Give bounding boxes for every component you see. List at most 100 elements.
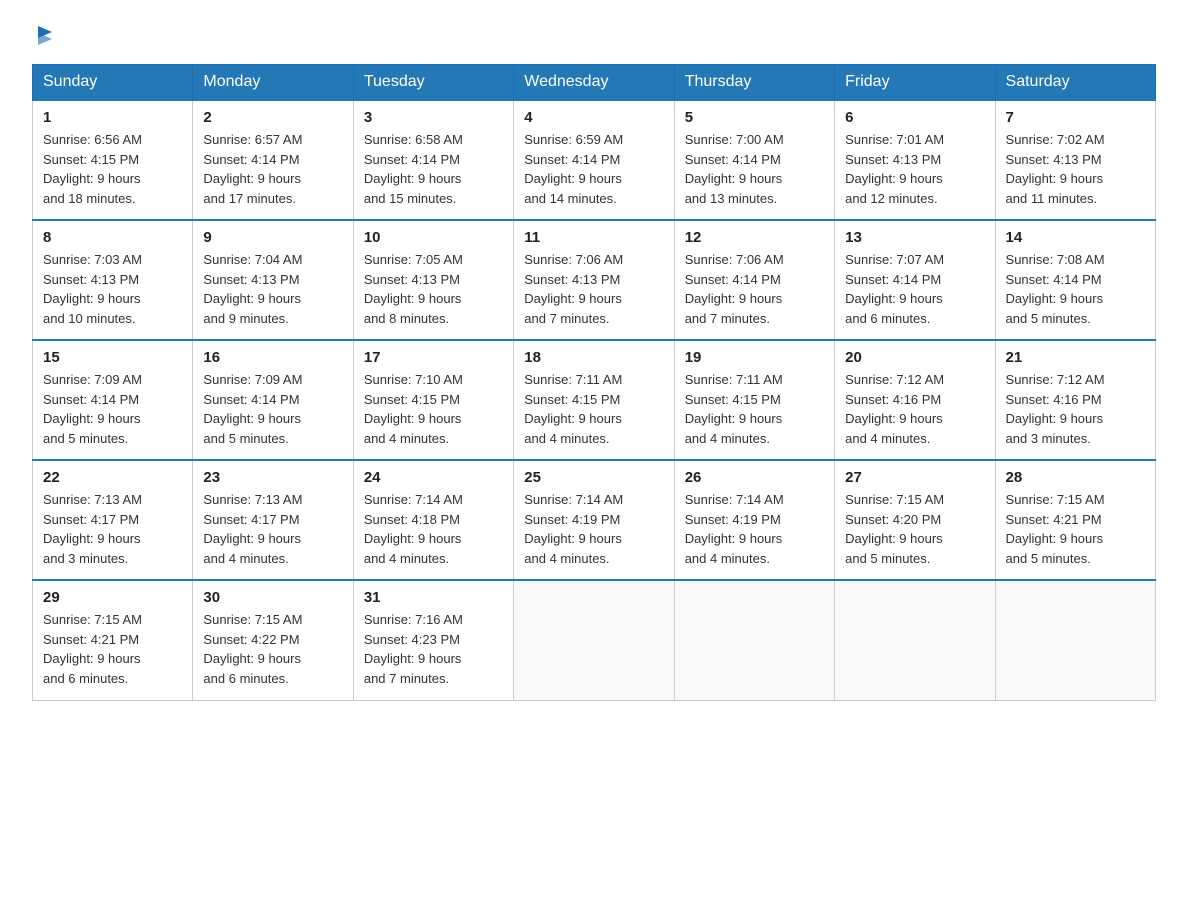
- day-number: 15: [43, 349, 182, 366]
- day-info: Sunrise: 7:15 AMSunset: 4:21 PMDaylight:…: [43, 610, 182, 688]
- calendar-cell: 6 Sunrise: 7:01 AMSunset: 4:13 PMDaylight…: [835, 100, 995, 220]
- day-info: Sunrise: 7:16 AMSunset: 4:23 PMDaylight:…: [364, 610, 503, 688]
- day-number: 27: [845, 469, 984, 486]
- day-info: Sunrise: 7:06 AMSunset: 4:13 PMDaylight:…: [524, 250, 663, 328]
- calendar-cell: 3 Sunrise: 6:58 AMSunset: 4:14 PMDaylight…: [353, 100, 513, 220]
- weekday-header-friday: Friday: [835, 65, 995, 101]
- calendar-cell: 28 Sunrise: 7:15 AMSunset: 4:21 PMDayligh…: [995, 460, 1155, 580]
- day-info: Sunrise: 6:59 AMSunset: 4:14 PMDaylight:…: [524, 130, 663, 208]
- day-info: Sunrise: 7:04 AMSunset: 4:13 PMDaylight:…: [203, 250, 342, 328]
- day-number: 13: [845, 229, 984, 246]
- day-info: Sunrise: 6:58 AMSunset: 4:14 PMDaylight:…: [364, 130, 503, 208]
- calendar-cell: 11 Sunrise: 7:06 AMSunset: 4:13 PMDayligh…: [514, 220, 674, 340]
- day-info: Sunrise: 7:15 AMSunset: 4:22 PMDaylight:…: [203, 610, 342, 688]
- day-number: 1: [43, 109, 182, 126]
- day-number: 24: [364, 469, 503, 486]
- day-info: Sunrise: 7:10 AMSunset: 4:15 PMDaylight:…: [364, 370, 503, 448]
- calendar-cell: [835, 580, 995, 700]
- calendar-cell: 27 Sunrise: 7:15 AMSunset: 4:20 PMDayligh…: [835, 460, 995, 580]
- day-number: 18: [524, 349, 663, 366]
- weekday-header-sunday: Sunday: [33, 65, 193, 101]
- calendar-cell: 21 Sunrise: 7:12 AMSunset: 4:16 PMDayligh…: [995, 340, 1155, 460]
- calendar-cell: 2Sunrise: 6:57 AMSunset: 4:14 PMDaylight…: [193, 100, 353, 220]
- calendar-cell: 23 Sunrise: 7:13 AMSunset: 4:17 PMDayligh…: [193, 460, 353, 580]
- day-info: Sunrise: 7:00 AMSunset: 4:14 PMDaylight:…: [685, 130, 824, 208]
- calendar-cell: 16Sunrise: 7:09 AMSunset: 4:14 PMDayligh…: [193, 340, 353, 460]
- day-number: 28: [1006, 469, 1145, 486]
- calendar-cell: 19Sunrise: 7:11 AMSunset: 4:15 PMDayligh…: [674, 340, 834, 460]
- day-number: 11: [524, 229, 663, 246]
- calendar-cell: 1 Sunrise: 6:56 AMSunset: 4:15 PMDaylight…: [33, 100, 193, 220]
- day-info: Sunrise: 7:05 AMSunset: 4:13 PMDaylight:…: [364, 250, 503, 328]
- calendar-cell: 7 Sunrise: 7:02 AMSunset: 4:13 PMDaylight…: [995, 100, 1155, 220]
- day-number: 21: [1006, 349, 1145, 366]
- calendar-cell: [995, 580, 1155, 700]
- day-number: 22: [43, 469, 182, 486]
- day-info: Sunrise: 7:13 AMSunset: 4:17 PMDaylight:…: [203, 490, 342, 568]
- day-info: Sunrise: 7:14 AMSunset: 4:19 PMDaylight:…: [685, 490, 824, 568]
- calendar-cell: 18 Sunrise: 7:11 AMSunset: 4:15 PMDayligh…: [514, 340, 674, 460]
- calendar-cell: 8 Sunrise: 7:03 AMSunset: 4:13 PMDaylight…: [33, 220, 193, 340]
- calendar-cell: 25 Sunrise: 7:14 AMSunset: 4:19 PMDayligh…: [514, 460, 674, 580]
- day-number: 6: [845, 109, 984, 126]
- calendar-cell: 5Sunrise: 7:00 AMSunset: 4:14 PMDaylight…: [674, 100, 834, 220]
- calendar-cell: 10 Sunrise: 7:05 AMSunset: 4:13 PMDayligh…: [353, 220, 513, 340]
- day-info: Sunrise: 7:01 AMSunset: 4:13 PMDaylight:…: [845, 130, 984, 208]
- calendar-cell: 29 Sunrise: 7:15 AMSunset: 4:21 PMDayligh…: [33, 580, 193, 700]
- calendar-cell: 31Sunrise: 7:16 AMSunset: 4:23 PMDayligh…: [353, 580, 513, 700]
- calendar-cell: 9 Sunrise: 7:04 AMSunset: 4:13 PMDaylight…: [193, 220, 353, 340]
- day-number: 12: [685, 229, 824, 246]
- weekday-header-saturday: Saturday: [995, 65, 1155, 101]
- calendar-cell: 15 Sunrise: 7:09 AMSunset: 4:14 PMDayligh…: [33, 340, 193, 460]
- calendar-week-1: 1 Sunrise: 6:56 AMSunset: 4:15 PMDaylight…: [33, 100, 1156, 220]
- calendar-week-2: 8 Sunrise: 7:03 AMSunset: 4:13 PMDaylight…: [33, 220, 1156, 340]
- day-number: 9: [203, 229, 342, 246]
- calendar-cell: 26 Sunrise: 7:14 AMSunset: 4:19 PMDayligh…: [674, 460, 834, 580]
- calendar-cell: 4 Sunrise: 6:59 AMSunset: 4:14 PMDaylight…: [514, 100, 674, 220]
- day-info: Sunrise: 6:56 AMSunset: 4:15 PMDaylight:…: [43, 130, 182, 208]
- day-info: Sunrise: 7:11 AMSunset: 4:15 PMDaylight:…: [685, 370, 824, 448]
- calendar-week-4: 22 Sunrise: 7:13 AMSunset: 4:17 PMDayligh…: [33, 460, 1156, 580]
- day-number: 7: [1006, 109, 1145, 126]
- day-info: Sunrise: 7:07 AMSunset: 4:14 PMDaylight:…: [845, 250, 984, 328]
- day-info: Sunrise: 7:12 AMSunset: 4:16 PMDaylight:…: [1006, 370, 1145, 448]
- weekday-header-wednesday: Wednesday: [514, 65, 674, 101]
- calendar-cell: 17Sunrise: 7:10 AMSunset: 4:15 PMDayligh…: [353, 340, 513, 460]
- day-info: Sunrise: 7:11 AMSunset: 4:15 PMDaylight:…: [524, 370, 663, 448]
- calendar-cell: [674, 580, 834, 700]
- day-info: Sunrise: 7:09 AMSunset: 4:14 PMDaylight:…: [43, 370, 182, 448]
- logo-flag-icon: [34, 24, 56, 46]
- day-number: 26: [685, 469, 824, 486]
- day-number: 3: [364, 109, 503, 126]
- calendar-cell: [514, 580, 674, 700]
- calendar-cell: 14Sunrise: 7:08 AMSunset: 4:14 PMDayligh…: [995, 220, 1155, 340]
- day-info: Sunrise: 7:08 AMSunset: 4:14 PMDaylight:…: [1006, 250, 1145, 328]
- weekday-header-monday: Monday: [193, 65, 353, 101]
- logo: [32, 24, 58, 46]
- day-number: 8: [43, 229, 182, 246]
- calendar-body: 1 Sunrise: 6:56 AMSunset: 4:15 PMDaylight…: [33, 100, 1156, 700]
- day-info: Sunrise: 7:03 AMSunset: 4:13 PMDaylight:…: [43, 250, 182, 328]
- day-info: Sunrise: 7:06 AMSunset: 4:14 PMDaylight:…: [685, 250, 824, 328]
- day-info: Sunrise: 7:02 AMSunset: 4:13 PMDaylight:…: [1006, 130, 1145, 208]
- calendar-table: SundayMondayTuesdayWednesdayThursdayFrid…: [32, 64, 1156, 701]
- day-info: Sunrise: 7:14 AMSunset: 4:19 PMDaylight:…: [524, 490, 663, 568]
- day-number: 25: [524, 469, 663, 486]
- day-info: Sunrise: 7:14 AMSunset: 4:18 PMDaylight:…: [364, 490, 503, 568]
- calendar-header: SundayMondayTuesdayWednesdayThursdayFrid…: [33, 65, 1156, 101]
- page-header: [32, 24, 1156, 46]
- calendar-cell: 22 Sunrise: 7:13 AMSunset: 4:17 PMDayligh…: [33, 460, 193, 580]
- weekday-header-tuesday: Tuesday: [353, 65, 513, 101]
- day-info: Sunrise: 7:15 AMSunset: 4:21 PMDaylight:…: [1006, 490, 1145, 568]
- day-number: 29: [43, 589, 182, 606]
- weekday-header-thursday: Thursday: [674, 65, 834, 101]
- day-number: 10: [364, 229, 503, 246]
- day-info: Sunrise: 7:13 AMSunset: 4:17 PMDaylight:…: [43, 490, 182, 568]
- calendar-cell: 20Sunrise: 7:12 AMSunset: 4:16 PMDayligh…: [835, 340, 995, 460]
- day-info: Sunrise: 7:15 AMSunset: 4:20 PMDaylight:…: [845, 490, 984, 568]
- day-number: 20: [845, 349, 984, 366]
- day-number: 4: [524, 109, 663, 126]
- day-number: 2: [203, 109, 342, 126]
- day-number: 23: [203, 469, 342, 486]
- calendar-week-5: 29 Sunrise: 7:15 AMSunset: 4:21 PMDayligh…: [33, 580, 1156, 700]
